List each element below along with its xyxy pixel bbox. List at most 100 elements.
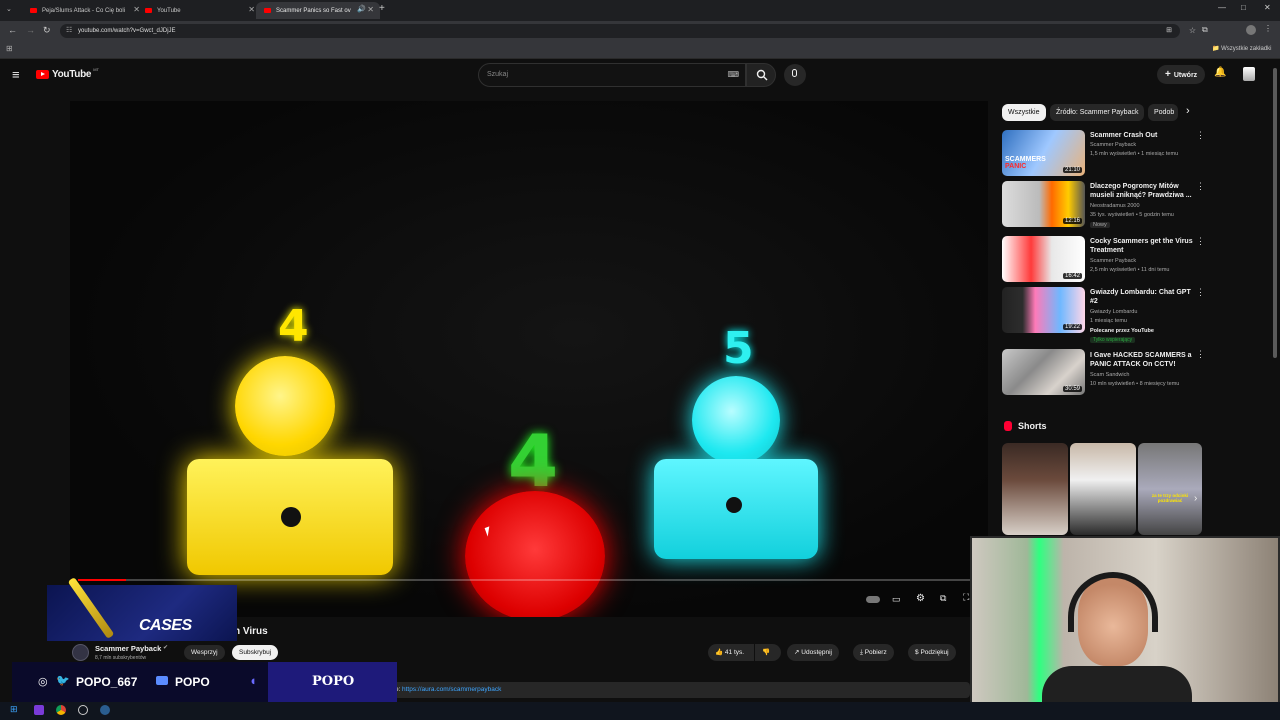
recommended-channel-1[interactable]: Scammer Payback bbox=[1090, 142, 1205, 149]
maximize-window-icon[interactable]: □ bbox=[1241, 3, 1246, 12]
url-text: youtube.com/watch?v=Gwct_dJDjJE bbox=[78, 28, 176, 34]
more-options-icon[interactable]: ⋮ bbox=[1196, 181, 1205, 192]
yellow-agent-head bbox=[235, 356, 335, 456]
cyan-laptop-logo bbox=[726, 497, 742, 513]
close-tab-icon[interactable]: ✕ bbox=[367, 5, 374, 14]
recommended-thumbnail-4[interactable]: 19:22 bbox=[1002, 287, 1085, 333]
channel-name[interactable]: Scammer Payback bbox=[95, 644, 161, 653]
notifications-bell-icon[interactable]: 🔔 bbox=[1214, 67, 1226, 78]
create-button[interactable]: + Utwórz bbox=[1157, 65, 1206, 84]
more-options-icon[interactable]: ⋮ bbox=[1196, 236, 1205, 247]
short-thumbnail-2[interactable] bbox=[1070, 443, 1136, 535]
tab-menu-icon[interactable]: ⌄ bbox=[6, 5, 12, 13]
shorts-icon bbox=[1004, 421, 1012, 431]
page-scrollbar[interactable] bbox=[1273, 68, 1277, 358]
filter-chip-related[interactable]: Podob bbox=[1148, 104, 1178, 121]
youtube-handle: POPO bbox=[175, 675, 210, 689]
hamburger-menu-icon[interactable]: ≡ bbox=[12, 67, 20, 82]
profile-avatar[interactable] bbox=[1246, 25, 1256, 35]
recommended-thumbnail-5[interactable]: 30:59 bbox=[1002, 349, 1085, 395]
recommended-channel-4[interactable]: Gwiazdy Lombardu bbox=[1090, 309, 1205, 316]
address-bar[interactable]: ☷ youtube.com/watch?v=Gwct_dJDjJE ⊞ ☆ bbox=[60, 24, 1196, 38]
youtube-favicon-icon bbox=[145, 8, 152, 13]
more-options-icon[interactable]: ⋮ bbox=[1196, 349, 1205, 360]
filter-chip-all[interactable]: Wszystkie bbox=[1002, 104, 1046, 121]
subscribe-button[interactable]: Subskrybuj bbox=[232, 645, 279, 660]
recommended-channel-2[interactable]: Neostradamus 2000 bbox=[1090, 203, 1205, 210]
close-window-icon[interactable]: ✕ bbox=[1264, 3, 1271, 12]
reload-icon[interactable]: ↻ bbox=[43, 25, 51, 36]
video-title: n Virus bbox=[234, 626, 268, 637]
chrome-taskbar-icon[interactable] bbox=[56, 705, 66, 715]
like-button[interactable]: 👍 41 tys. bbox=[708, 644, 754, 661]
video-progress-track[interactable] bbox=[78, 579, 978, 581]
new-tab-icon[interactable]: + bbox=[379, 3, 385, 14]
taskbar-app-icon[interactable] bbox=[34, 705, 44, 715]
video-player[interactable]: 4 4 5 ▭ ⚙ ⧉ ⛶ bbox=[70, 101, 988, 617]
recommended-meta-4: 1 miesiąc temu bbox=[1090, 318, 1127, 324]
bookmark-star-icon[interactable]: ☆ bbox=[1189, 24, 1196, 38]
site-info-icon[interactable]: ☷ bbox=[66, 24, 72, 38]
short-thumbnail-3[interactable]: za te trzy odcinki pozdrawiać bbox=[1138, 443, 1202, 535]
download-button[interactable]: ⤓ Pobierz bbox=[853, 644, 894, 661]
start-icon[interactable]: ⊞ bbox=[10, 704, 18, 715]
autoplay-toggle[interactable] bbox=[866, 596, 880, 603]
miniplayer-icon[interactable]: ⧉ bbox=[940, 593, 946, 604]
create-label: Utwórz bbox=[1173, 72, 1198, 79]
subscribe-label: Subskrybuj bbox=[239, 649, 272, 656]
recommended-thumbnail-1[interactable]: SCAMMERS PANIC 21:10 bbox=[1002, 130, 1085, 176]
short-thumbnail-1[interactable] bbox=[1002, 443, 1068, 535]
account-avatar[interactable] bbox=[1243, 67, 1255, 81]
chevron-right-icon[interactable]: › bbox=[1186, 105, 1190, 117]
tab-3-active[interactable]: Scammer Panics so Fast ov 🔊 ✕ bbox=[256, 2, 380, 19]
all-bookmarks-button[interactable]: 📁 Wszystkie zakładki bbox=[1212, 45, 1271, 52]
channel-avatar[interactable] bbox=[72, 644, 89, 661]
extensions-icon[interactable]: ⧉ bbox=[1202, 25, 1208, 35]
browser-menu-icon[interactable]: ⋮ bbox=[1264, 24, 1272, 33]
minimize-window-icon[interactable]: — bbox=[1218, 3, 1226, 12]
dislike-button[interactable]: 👎 bbox=[755, 644, 781, 661]
taskbar-app-icon-2[interactable] bbox=[78, 705, 88, 715]
search-button[interactable] bbox=[746, 63, 776, 87]
browser-tab-strip: ⌄ Peja/Slums Attack - Co Cię boli ✕ YouT… bbox=[0, 0, 1280, 21]
shorts-next-icon[interactable]: › bbox=[1194, 493, 1197, 504]
recommended-channel-5[interactable]: Scam Sandwich bbox=[1090, 372, 1205, 379]
share-label: Udostępnij bbox=[801, 649, 832, 656]
subtitles-icon[interactable]: ▭ bbox=[892, 594, 901, 605]
keyboard-icon[interactable]: ⌨ bbox=[727, 64, 739, 86]
forward-icon[interactable]: → bbox=[26, 25, 35, 35]
tab-2[interactable]: YouTube ✕ bbox=[137, 2, 261, 19]
like-count: 41 tys. bbox=[724, 649, 745, 656]
audio-playing-icon[interactable]: 🔊 bbox=[357, 5, 366, 13]
search-input[interactable]: Szukaj ⌨ bbox=[478, 63, 746, 87]
duration-badge: 21:10 bbox=[1062, 167, 1082, 173]
recommended-thumbnail-2[interactable]: 12:16 bbox=[1002, 181, 1085, 227]
recommended-title-4[interactable]: Gwiazdy Lombardu: Chat GPT #2 bbox=[1090, 288, 1195, 306]
cases-label: CASES bbox=[139, 617, 192, 634]
close-tab-icon[interactable]: ✕ bbox=[248, 5, 255, 14]
apps-grid-icon[interactable]: ⊞ bbox=[6, 44, 13, 53]
recommended-title-3[interactable]: Cocky Scammers get the Virus Treatment bbox=[1090, 237, 1195, 255]
youtube-logo[interactable]: YouTube MT bbox=[36, 67, 99, 80]
thanks-button[interactable]: $ Podziękuj bbox=[908, 644, 956, 661]
tab-1[interactable]: Peja/Slums Attack - Co Cię boli ✕ bbox=[22, 2, 146, 19]
recommended-thumbnail-3[interactable]: 16:42 bbox=[1002, 236, 1085, 282]
recommended-title-5[interactable]: I Gave HACKED SCAMMERS a PANIC ATTACK On… bbox=[1090, 351, 1195, 369]
back-icon[interactable]: ← bbox=[8, 25, 17, 35]
install-app-icon[interactable]: ⊞ bbox=[1166, 24, 1172, 38]
voice-search-button[interactable] bbox=[784, 64, 806, 86]
tab-2-title: YouTube bbox=[157, 7, 181, 14]
settings-gear-icon[interactable]: ⚙ bbox=[916, 593, 925, 604]
steam-taskbar-icon[interactable] bbox=[100, 705, 110, 715]
more-options-icon[interactable]: ⋮ bbox=[1196, 130, 1205, 141]
share-button[interactable]: ↗ Udostępnij bbox=[787, 644, 839, 661]
description-link[interactable]: https://aura.com/scammerpayback bbox=[402, 686, 501, 693]
recommended-title-2[interactable]: Dlaczego Pogromcy Mitów musieli zniknąć?… bbox=[1090, 182, 1195, 200]
recommended-title-1[interactable]: Scammer Crash Out bbox=[1090, 131, 1195, 140]
filter-chip-source[interactable]: Źródło: Scammer Payback bbox=[1050, 104, 1145, 121]
tab-1-title: Peja/Slums Attack - Co Cię boli bbox=[42, 7, 126, 14]
more-options-icon[interactable]: ⋮ bbox=[1196, 287, 1205, 298]
join-button[interactable]: Wesprzyj bbox=[184, 645, 225, 660]
fullscreen-icon[interactable]: ⛶ bbox=[963, 592, 969, 603]
recommended-channel-3[interactable]: Scammer Payback bbox=[1090, 258, 1205, 265]
